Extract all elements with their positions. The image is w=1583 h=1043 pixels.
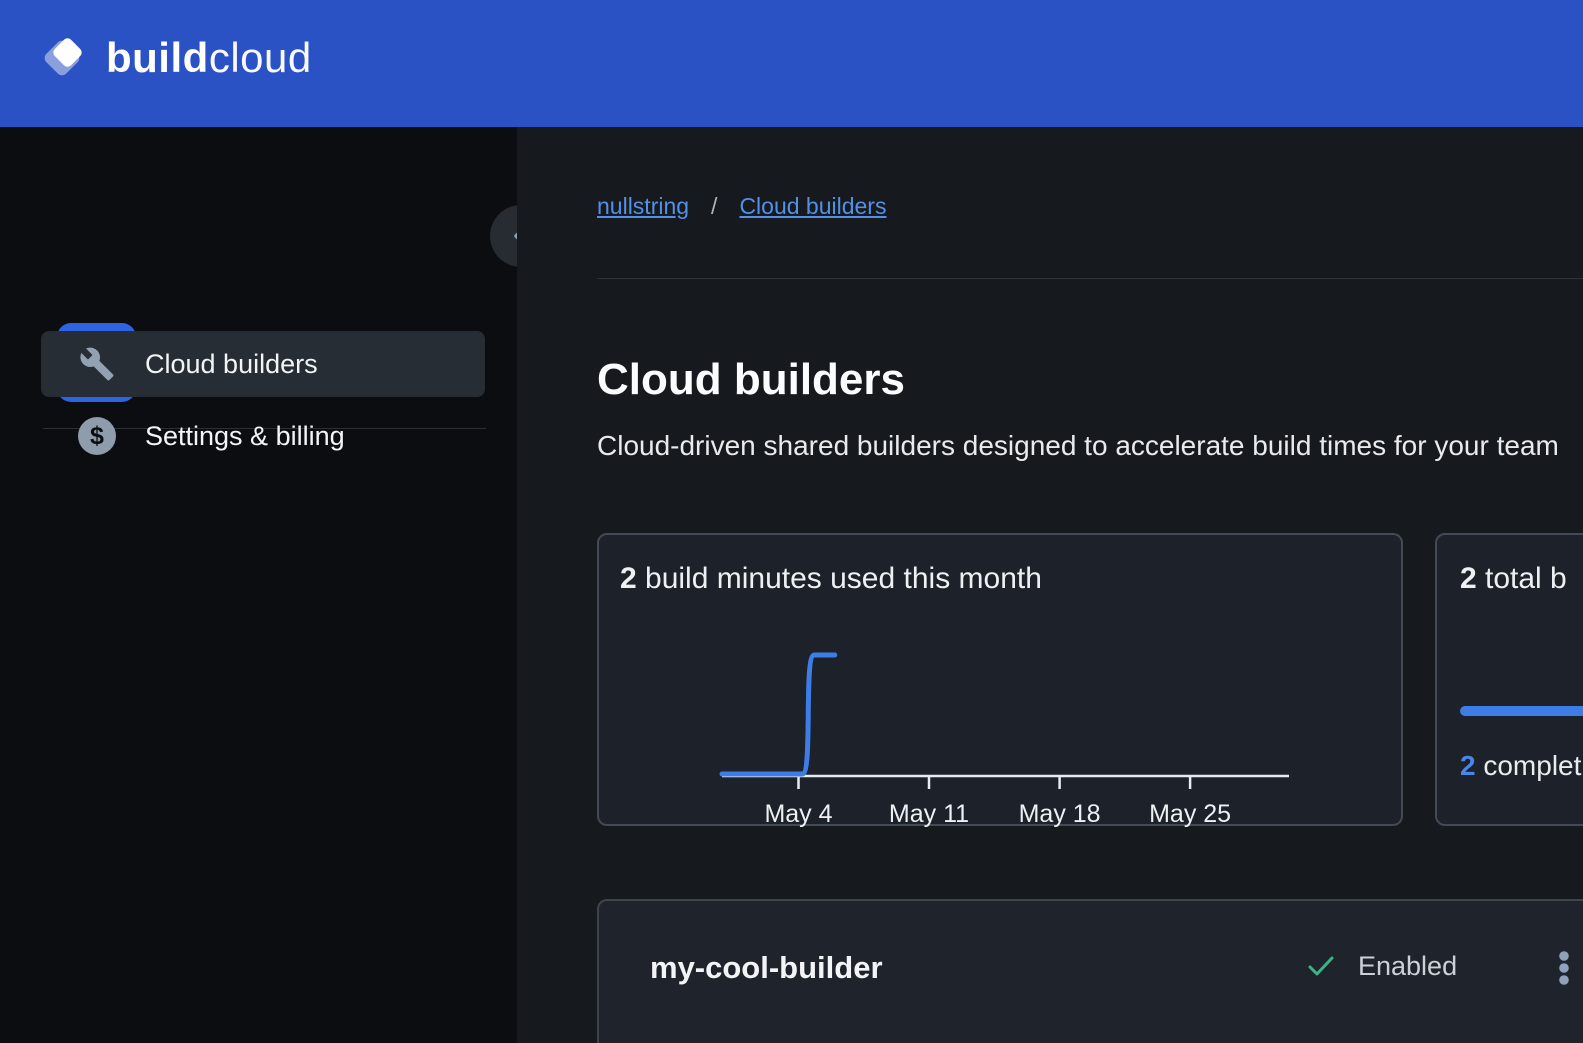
- svg-text:May 25: May 25: [1149, 800, 1231, 828]
- svg-text:May 11: May 11: [889, 800, 969, 828]
- page-description: Cloud-driven shared builders designed to…: [597, 430, 1583, 462]
- brand-name: buildcloud: [106, 34, 312, 82]
- app-header: buildcloud: [0, 0, 1583, 127]
- breadcrumb-link-cloud-builders[interactable]: Cloud builders: [739, 193, 886, 220]
- svg-text:May 4: May 4: [764, 800, 832, 828]
- header-divider: [597, 278, 1583, 279]
- total-builds-number: 2: [1460, 562, 1477, 595]
- svg-text:May 18: May 18: [1019, 800, 1101, 828]
- sidebar-item-label: Cloud builders: [145, 349, 318, 380]
- builder-menu-button[interactable]: [1544, 947, 1583, 991]
- usage-chart: May 4 May 11 May 18 May 25: [599, 535, 1405, 828]
- builds-completed-caption: 2 complet: [1460, 750, 1581, 782]
- status-badge: Enabled: [1358, 951, 1457, 982]
- sidebar-item-cloud-builders[interactable]: Cloud builders: [41, 331, 485, 397]
- brand-name-bold: build: [106, 34, 209, 81]
- sidebar-item-settings-billing[interactable]: $ Settings & billing: [41, 403, 485, 469]
- total-builds-text: total b: [1477, 562, 1567, 595]
- page-title: Cloud builders: [597, 355, 905, 405]
- breadcrumb-separator: /: [711, 193, 717, 220]
- builds-completed-text: complet: [1476, 750, 1582, 781]
- sidebar: nullstring Cloud builders $ Settings & b…: [0, 127, 517, 1043]
- check-icon: [1305, 950, 1337, 982]
- builder-name: my-cool-builder: [650, 950, 883, 986]
- brand: buildcloud: [44, 32, 312, 84]
- brand-name-light: cloud: [209, 34, 312, 81]
- kebab-menu-icon: [1558, 950, 1570, 988]
- wrench-icon: [78, 345, 116, 383]
- breadcrumb-link-org[interactable]: nullstring: [597, 193, 689, 220]
- builds-completed-number: 2: [1460, 750, 1476, 781]
- total-builds-title: 2 total b: [1460, 562, 1567, 596]
- builds-progress-bar: [1460, 706, 1583, 716]
- build-minutes-card: 2 build minutes used this month May 4May…: [597, 533, 1403, 826]
- main-content: nullstring / Cloud builders Cloud builde…: [517, 127, 1583, 1043]
- builder-status: Enabled: [1305, 950, 1457, 982]
- buildcloud-logo-icon: [44, 34, 92, 82]
- sidebar-item-label: Settings & billing: [145, 421, 345, 452]
- builder-card: my-cool-builder Enabled: [597, 899, 1583, 1043]
- dollar-circle: $: [78, 417, 116, 455]
- dollar-icon: $: [78, 417, 116, 455]
- app-root: buildcloud: [0, 0, 1583, 1043]
- total-builds-card: 2 total b 2 complet: [1435, 533, 1583, 826]
- breadcrumb: nullstring / Cloud builders: [597, 193, 886, 220]
